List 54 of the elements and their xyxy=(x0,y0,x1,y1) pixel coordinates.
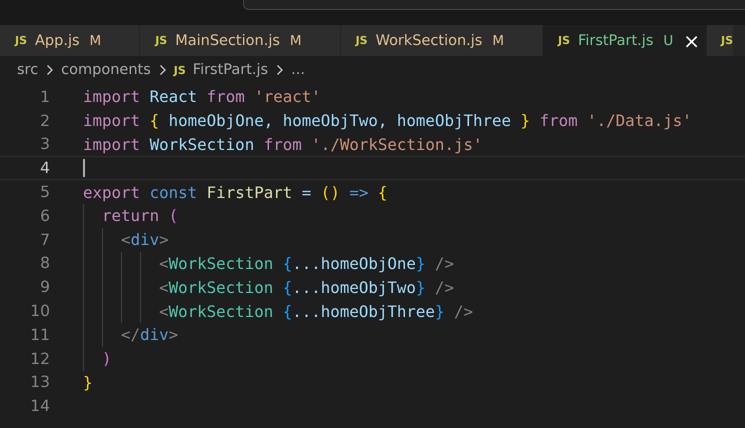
code-line: import React from 'react' xyxy=(83,87,321,106)
tab-label: App.js xyxy=(35,32,80,48)
line-number: 4 xyxy=(39,159,50,178)
line-number: 12 xyxy=(29,350,50,368)
js-file-icon: JS xyxy=(15,34,28,47)
line-number: 11 xyxy=(29,326,50,344)
close-icon[interactable]: × xyxy=(681,30,702,50)
breadcrumb-item[interactable]: ... xyxy=(291,62,305,78)
code-line: } xyxy=(83,372,93,392)
js-file-icon: JS xyxy=(356,34,368,47)
editor-tab[interactable]: JS App.js M xyxy=(0,25,140,56)
chevron-right-icon xyxy=(158,64,167,76)
git-status-label: M xyxy=(90,32,102,48)
chevron-right-icon xyxy=(46,64,54,76)
js-file-icon: JS xyxy=(174,64,186,76)
line-number: 9 xyxy=(39,278,50,296)
line-number: 10 xyxy=(29,302,50,320)
js-file-icon: JS xyxy=(155,34,168,47)
line-number: 14 xyxy=(29,397,50,416)
line-number: 6 xyxy=(39,206,50,225)
code-line: </div> xyxy=(120,325,178,344)
text-cursor xyxy=(83,159,85,178)
chevron-right-icon xyxy=(276,64,284,76)
line-number: 5 xyxy=(39,183,50,202)
code-line: ) xyxy=(101,349,112,368)
line-number: 7 xyxy=(39,230,50,249)
line-number: 8 xyxy=(39,254,50,272)
code-line: export const FirstPart = () => { xyxy=(83,182,388,202)
tab-label: FirstPart.js xyxy=(578,32,654,48)
editor-tab[interactable]: JS MainSection.js M xyxy=(140,25,341,56)
code-line: <div> xyxy=(120,230,169,250)
git-status-label: M xyxy=(492,32,504,48)
line-number: 13 xyxy=(29,373,50,392)
tab-label: WorkSection.js xyxy=(376,32,482,48)
breadcrumb-item[interactable]: src xyxy=(17,62,38,78)
tab-label: MainSection.js xyxy=(175,32,280,48)
editor-tab[interactable]: JS FirstPart.js U × xyxy=(543,25,708,56)
git-status-label: U xyxy=(663,32,674,48)
code-line: import WorkSection from './WorkSection.js' xyxy=(83,134,482,154)
line-number: 1 xyxy=(39,88,50,106)
code-line: return ( xyxy=(101,206,178,226)
code-line: <WorkSection {...homeObjThree} /> xyxy=(158,302,473,321)
line-number: 3 xyxy=(39,135,50,154)
breadcrumb-item[interactable]: FirstPart.js xyxy=(192,62,268,78)
code-line: <WorkSection {...homeObjTwo} /> xyxy=(158,278,454,297)
line-number: 2 xyxy=(39,112,50,130)
editor-tab[interactable]: JS WorkSection.js M xyxy=(340,25,544,56)
git-status-label: M xyxy=(290,32,302,48)
breadcrumb-item[interactable]: components xyxy=(61,62,151,78)
js-file-icon: JS xyxy=(721,34,734,47)
editor-tab[interactable]: JS xyxy=(707,25,734,56)
code-line: import { homeObjOne, homeObjTwo, homeObjThree } from './Data.js' xyxy=(83,111,692,130)
js-file-icon: JS xyxy=(558,34,570,47)
code-line: <WorkSection {...homeObjOne} /> xyxy=(158,254,454,273)
